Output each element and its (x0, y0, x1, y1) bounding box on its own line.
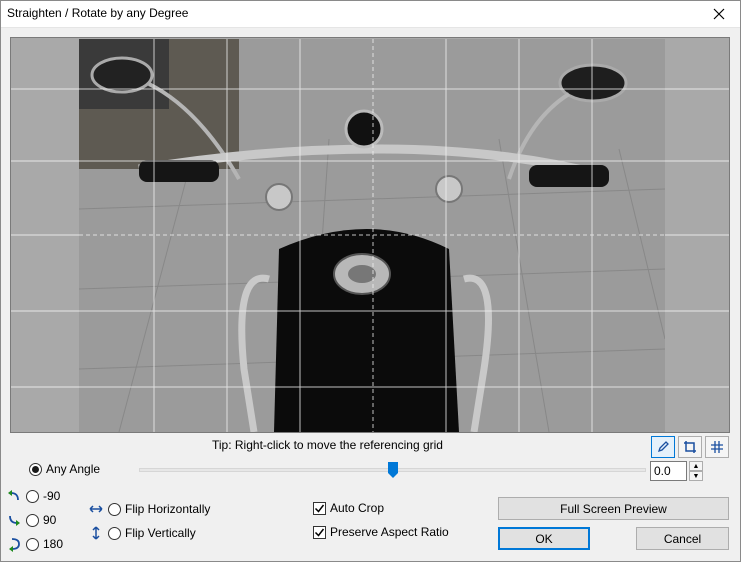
rotate-180-label: 180 (43, 537, 64, 551)
ok-button[interactable]: OK (498, 527, 590, 550)
rotate-90-label: 90 (43, 513, 57, 527)
chevron-up-icon: ▲ (692, 462, 700, 470)
cancel-button[interactable]: Cancel (636, 527, 729, 550)
rotate-left-icon (8, 490, 19, 501)
preserve-aspect-ratio-label: Preserve Aspect Ratio (330, 525, 449, 539)
image-preview[interactable] (10, 37, 730, 433)
pencil-tool-button[interactable] (651, 436, 675, 458)
close-icon (713, 8, 725, 20)
angle-decrement-button[interactable]: ▼ (689, 471, 703, 481)
rotate-minus-90-option[interactable]: -90 (6, 488, 60, 504)
rotate-right-icon (9, 515, 20, 526)
angle-increment-button[interactable]: ▲ (689, 461, 703, 471)
preserve-aspect-ratio-checkbox[interactable] (313, 525, 326, 539)
straighten-rotate-dialog: { "window": { "title": "Straighten / Rot… (0, 0, 741, 562)
full-screen-preview-button[interactable]: Full Screen Preview (498, 497, 729, 520)
rotate-90-radio[interactable] (26, 513, 39, 527)
angle-value-input[interactable] (650, 461, 687, 481)
checkmark-icon (314, 504, 325, 513)
grid-tip: Tip: Right-click to move the referencing… (212, 438, 443, 452)
any-angle-label: Any Angle (46, 462, 101, 476)
pencil-icon (657, 441, 669, 453)
grid-tool-button[interactable] (705, 436, 729, 458)
preserve-aspect-ratio-option[interactable]: Preserve Aspect Ratio (313, 525, 449, 539)
flip-vertical-radio[interactable] (108, 526, 121, 540)
crop-tool-button[interactable] (678, 436, 702, 458)
auto-crop-label: Auto Crop (330, 501, 385, 515)
title-bar: Straighten / Rotate by any Degree (0, 0, 741, 28)
flip-horizontal-radio[interactable] (108, 502, 121, 516)
rotate-180-radio[interactable] (26, 537, 39, 551)
referencing-grid (11, 88, 729, 388)
auto-crop-option[interactable]: Auto Crop (313, 501, 384, 515)
flip-horizontal-label: Flip Horizontally (125, 502, 211, 516)
rotate-minus-90-radio[interactable] (26, 489, 39, 503)
grid-icon (711, 441, 723, 453)
flip-horizontal-option[interactable]: Flip Horizontally (88, 501, 210, 517)
rotate-minus-90-label: -90 (43, 489, 61, 503)
flip-horizontal-icon (89, 505, 103, 513)
flip-vertical-label: Flip Vertically (125, 526, 196, 540)
flip-vertical-icon (92, 526, 100, 540)
flip-vertical-option[interactable]: Flip Vertically (88, 525, 196, 541)
any-angle-radio[interactable] (29, 462, 42, 476)
rotate-90-option[interactable]: 90 (6, 512, 56, 528)
chevron-down-icon: ▼ (692, 472, 700, 480)
checkmark-icon (314, 528, 325, 537)
rotate-180-option[interactable]: 180 (6, 536, 63, 552)
rotate-180-icon (9, 538, 20, 552)
angle-slider-thumb[interactable] (387, 462, 398, 478)
crop-icon (684, 441, 696, 453)
any-angle-option[interactable]: Any Angle (29, 462, 100, 476)
window-title: Straighten / Rotate by any Degree (7, 6, 189, 20)
close-button[interactable] (697, 0, 741, 28)
auto-crop-checkbox[interactable] (313, 501, 326, 515)
